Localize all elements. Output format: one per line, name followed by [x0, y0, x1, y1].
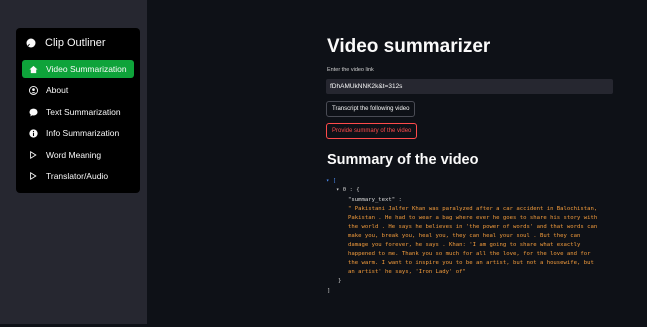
sidebar-item-info-summarization[interactable]: Info Summarization: [22, 124, 134, 142]
page-title: Video summarizer: [327, 36, 491, 57]
summary-json-viewer: ▾ [ ▾ 0 : { "summary_text" : " Pakistani…: [326, 177, 626, 327]
menu-header: Clip Outliner: [16, 30, 140, 56]
json-root-toggle[interactable]: ▾ [: [326, 177, 336, 186]
menu-title: Clip Outliner: [45, 37, 106, 49]
side-nav-menu: Clip Outliner Video Summarization About …: [16, 28, 140, 193]
sidebar-item-label: About: [46, 85, 69, 95]
play-outline-icon: [28, 171, 38, 181]
sidebar: Clip Outliner Video Summarization About …: [0, 0, 147, 324]
video-link-input[interactable]: fDhAMUkNNK2k&t=312s: [326, 79, 613, 94]
json-string-line: the warm. I want to inspire you to be an…: [348, 260, 594, 266]
json-string-line: happened to me. Thank you so much for al…: [348, 251, 591, 257]
sidebar-item-about[interactable]: About: [22, 81, 134, 99]
summary-button[interactable]: Provide summary of the video: [326, 123, 418, 139]
main-content: Video summarizer Enter the video link fD…: [147, 0, 647, 324]
sidebar-item-label: Info Summarization: [46, 128, 120, 138]
sidebar-item-video-summarization[interactable]: Video Summarization: [22, 60, 134, 78]
sidebar-item-label: Text Summarization: [46, 107, 121, 117]
chat-bubble-icon: [28, 107, 38, 117]
json-close-bracket: ]: [327, 288, 331, 294]
sidebar-item-label: Word Meaning: [46, 150, 102, 160]
sidebar-item-text-summarization[interactable]: Text Summarization: [22, 103, 134, 121]
chat-bubble-icon: [26, 38, 36, 48]
json-key: "summary_text" :: [348, 197, 402, 203]
sidebar-item-translator-audio[interactable]: Translator/Audio: [22, 167, 134, 185]
json-string-line: " Pakistani Jalfer Khan was paralyzed af…: [348, 206, 598, 212]
play-outline-icon: [28, 150, 38, 160]
person-icon: [28, 85, 38, 95]
summary-heading: Summary of the video: [327, 152, 479, 168]
json-string-line: damage you forever, he says . Khan: 'I a…: [348, 242, 581, 248]
json-string-line: an artist' he says, 'Iron Lady' of": [348, 269, 466, 275]
json-string-line: the world . He says he believes in 'the …: [348, 224, 598, 230]
transcript-button[interactable]: Transcript the following video: [326, 101, 416, 117]
info-icon: [28, 128, 38, 138]
json-string-line: Pakistan . He had to wear a bag where ev…: [348, 215, 598, 221]
sidebar-item-word-meaning[interactable]: Word Meaning: [22, 146, 134, 164]
sidebar-item-label: Video Summarization: [46, 64, 127, 74]
json-string-line: make you, break you, heal you, they can …: [348, 233, 581, 239]
sidebar-item-label: Translator/Audio: [46, 171, 109, 181]
home-icon: [28, 64, 38, 74]
json-item-toggle[interactable]: ▾ 0 : {: [336, 186, 360, 195]
json-close-brace: }: [338, 278, 342, 284]
video-link-label: Enter the video link: [327, 67, 374, 73]
